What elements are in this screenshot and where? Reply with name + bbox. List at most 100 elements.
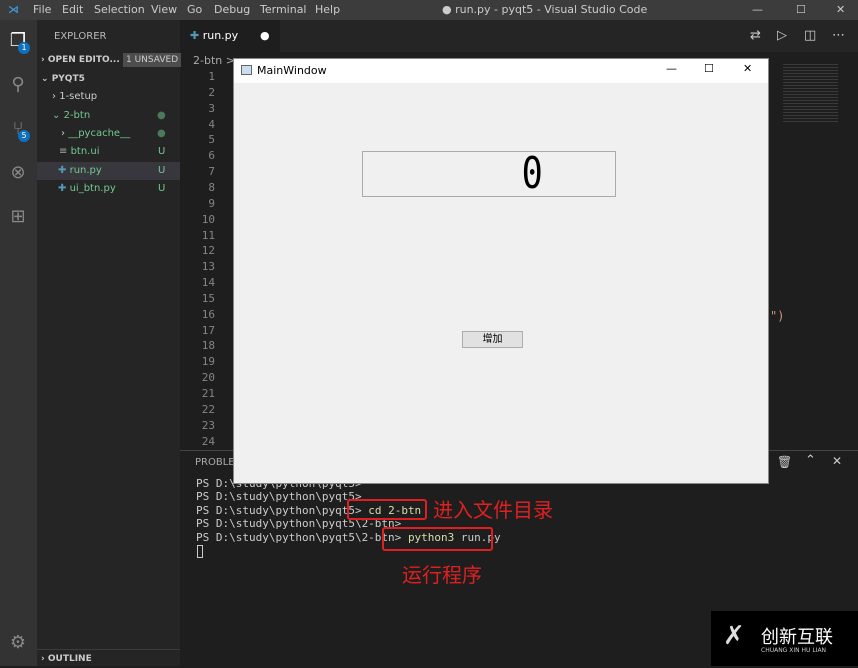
maximize-icon[interactable]: ☐ xyxy=(796,3,806,16)
vscode-logo-icon: ⋊ xyxy=(8,3,19,16)
line-number: 8 xyxy=(208,180,215,194)
source-control-icon[interactable]: ⑂ 5 xyxy=(6,118,30,142)
line-number: 18 xyxy=(201,339,215,353)
dirty-dot[interactable]: ● xyxy=(260,20,270,52)
folder-pyqt5[interactable]: ⌄ PYQT5 xyxy=(37,70,180,88)
folder-2-btn[interactable]: ⌄ 2-btn ● xyxy=(37,107,180,125)
qt-title-bar[interactable]: MainWindow — ☐ ✕ xyxy=(234,59,768,83)
qt-minimize-icon[interactable]: — xyxy=(666,62,677,75)
item-label: 1-setup xyxy=(59,91,98,102)
open-editors-section[interactable]: › OPEN EDITO... 1 UNSAVED xyxy=(37,51,182,69)
line-number: 16 xyxy=(201,307,215,321)
status-dot: ● xyxy=(157,128,166,139)
settings-gear-icon[interactable]: ⚙ xyxy=(6,632,30,656)
menu-file[interactable]: File xyxy=(33,3,51,16)
folder-label: PYQT5 xyxy=(51,74,85,84)
terminal-line: PS D:\study\python\pyqt5> xyxy=(196,490,362,503)
close-panel-icon[interactable]: ✕ xyxy=(832,454,842,468)
annotation-run: 运行程序 xyxy=(402,563,482,587)
python-icon: ✚ xyxy=(58,183,67,194)
explorer-badge: 1 xyxy=(18,42,30,54)
line-number: 1 xyxy=(208,70,215,83)
qt-window-title: MainWindow xyxy=(257,64,327,77)
minimap[interactable] xyxy=(783,62,838,122)
menu-debug[interactable]: Debug xyxy=(214,3,250,16)
debug-icon[interactable]: ⊗ xyxy=(6,162,30,186)
menu-terminal[interactable]: Terminal xyxy=(260,3,307,16)
line-number: 17 xyxy=(201,323,215,337)
outline-label: OUTLINE xyxy=(47,654,92,664)
explorer-sidebar: EXPLORER › OPEN EDITO... 1 UNSAVED ⌄ PYQT… xyxy=(37,20,182,667)
status-u: U xyxy=(158,146,166,157)
extensions-icon[interactable]: ⊞ xyxy=(6,206,30,230)
item-label: ui_btn.py xyxy=(69,183,116,194)
folder-pycache[interactable]: › __pycache__ ● xyxy=(37,125,180,143)
qt-main-window: MainWindow — ☐ ✕ 0 增加 xyxy=(233,58,769,484)
file-btn-ui[interactable]: ≡ btn.ui U xyxy=(37,143,180,161)
menu-selection[interactable]: Selection xyxy=(94,3,145,16)
file-run-py[interactable]: ✚ run.py U xyxy=(37,162,180,180)
line-number: 2 xyxy=(208,85,215,99)
line-number: 12 xyxy=(201,244,215,258)
lcd-value: 0 xyxy=(521,148,543,199)
annotation-cd: 进入文件目录 xyxy=(433,498,553,522)
qt-maximize-icon[interactable]: ☐ xyxy=(704,62,714,75)
line-number: 13 xyxy=(201,260,215,274)
item-label: run.py xyxy=(69,165,102,176)
minimize-icon[interactable]: — xyxy=(752,3,763,16)
qt-close-icon[interactable]: ✕ xyxy=(743,62,752,75)
line-number: 14 xyxy=(201,276,215,290)
lcd-number: 0 xyxy=(362,148,616,199)
close-icon[interactable]: ✕ xyxy=(836,3,845,16)
terminal-cursor[interactable] xyxy=(197,545,203,558)
tab-label: run.py xyxy=(202,29,239,42)
status-u: U xyxy=(158,165,166,176)
logo-subtext: CHUANG XIN HU LIAN xyxy=(761,647,827,654)
annotation-box-cd xyxy=(347,499,427,520)
item-label: __pycache__ xyxy=(68,128,131,139)
file-ui-btn-py[interactable]: ✚ ui_btn.py U xyxy=(37,180,180,198)
prompt: PS D:\study\python\pyqt5\2-btn> xyxy=(196,531,402,544)
line-number: 23 xyxy=(201,418,215,432)
logo-mark-icon: ✗ xyxy=(723,621,745,651)
split-editor-icon[interactable]: ◫ xyxy=(804,28,816,43)
compare-icon[interactable]: ⇄ xyxy=(750,28,761,43)
run-icon[interactable]: ▷ xyxy=(777,28,787,43)
menu-help[interactable]: Help xyxy=(315,3,340,16)
maximize-panel-icon[interactable]: ⌃ xyxy=(805,453,816,468)
line-number: 19 xyxy=(201,355,215,369)
file-lines-icon: ≡ xyxy=(59,146,68,157)
line-number: 9 xyxy=(208,196,215,210)
python-icon: ✚ xyxy=(190,29,200,42)
tab-run-py[interactable]: ✚ run.py ● xyxy=(180,20,280,52)
folder-1-setup[interactable]: › 1-setup xyxy=(37,88,180,106)
activity-bar: ❐ 1 ⚲ ⑂ 5 ⊗ ⊞ ⚙ xyxy=(0,20,37,666)
line-number: 21 xyxy=(201,387,215,400)
line-number: 11 xyxy=(201,228,215,242)
search-icon[interactable]: ⚲ xyxy=(6,74,30,98)
window-app-icon xyxy=(241,65,252,75)
code-fragment: ") xyxy=(770,309,785,323)
prompt: PS D:\study\python\pyqt5> xyxy=(196,504,362,517)
increase-button[interactable]: 增加 xyxy=(462,331,523,348)
line-number: 10 xyxy=(201,212,215,226)
menu-go[interactable]: Go xyxy=(187,3,202,16)
menu-edit[interactable]: Edit xyxy=(62,3,83,16)
logo-text: 创新互联 xyxy=(761,627,833,648)
line-number: 6 xyxy=(208,149,215,163)
tab-bar: ✚ run.py ● ⇄ ▷ ◫ ⋯ xyxy=(180,20,858,52)
status-u: U xyxy=(158,183,166,194)
prompt: PS D:\study\python\pyqt5> xyxy=(196,490,362,503)
line-number: 22 xyxy=(201,402,215,416)
explorer-icon[interactable]: ❐ 1 xyxy=(6,30,30,54)
line-number: 7 xyxy=(208,165,215,179)
more-actions-icon[interactable]: ⋯ xyxy=(832,28,845,43)
breadcrumb[interactable]: 2-btn > xyxy=(193,54,235,67)
outline-section[interactable]: › OUTLINE xyxy=(37,649,180,667)
line-number: 3 xyxy=(208,101,215,115)
line-number: 5 xyxy=(208,133,215,147)
title-bar: ⋊ File Edit Selection View Go Debug Term… xyxy=(0,0,858,20)
menu-view[interactable]: View xyxy=(151,3,177,16)
window-title: ● run.py - pyqt5 - Visual Studio Code xyxy=(442,3,648,16)
trash-icon[interactable]: 🗑 xyxy=(777,455,792,469)
